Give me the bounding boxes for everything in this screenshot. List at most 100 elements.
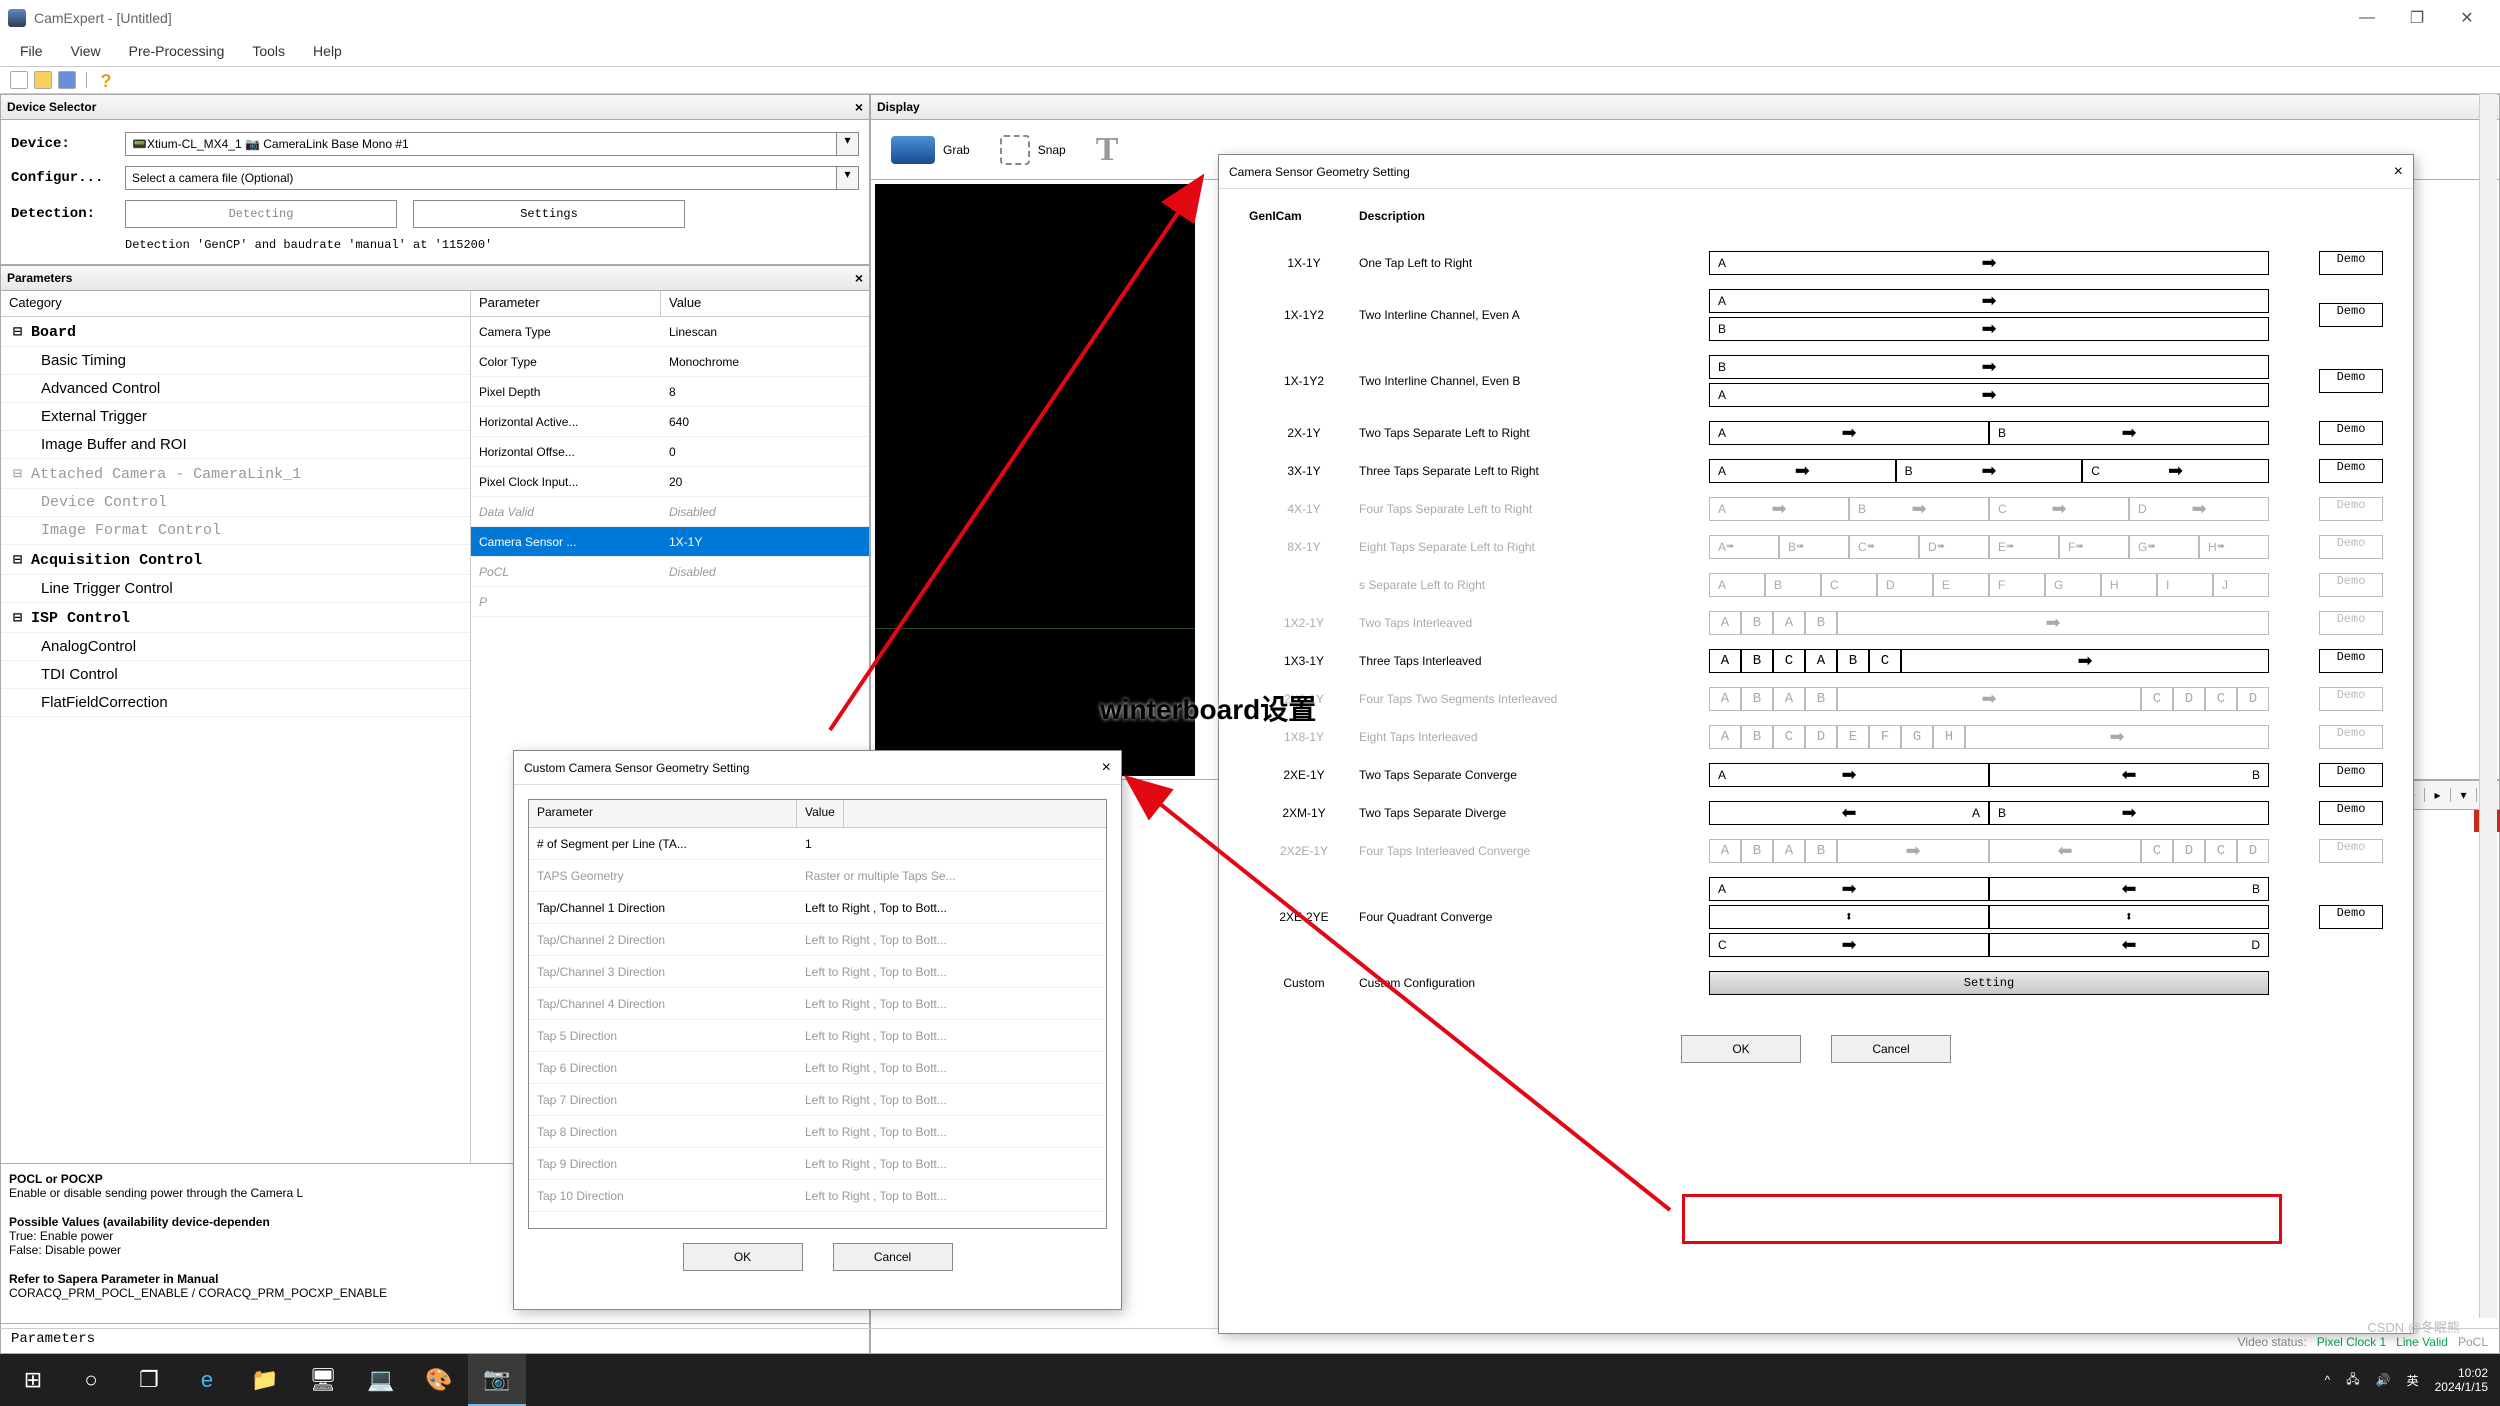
demo-button[interactable]: Demo	[2319, 687, 2383, 711]
demo-button[interactable]: Demo	[2319, 535, 2383, 559]
geometry-row[interactable]: 1X-1Y2Two Interline Channel, Even AA➡B➡D…	[1249, 289, 2383, 341]
close-panel-icon[interactable]: ×	[855, 99, 863, 115]
category-item[interactable]: Board	[1, 317, 470, 347]
demo-button[interactable]: Demo	[2319, 573, 2383, 597]
table-row[interactable]: # of Segment per Line (TA...1	[529, 828, 1106, 860]
geometry-row[interactable]: 3X-1YThree Taps Separate Left to RightA➡…	[1249, 459, 2383, 483]
network-icon[interactable]: 🖧	[2346, 1370, 2359, 1391]
ok-button[interactable]: OK	[683, 1243, 803, 1271]
menu-preprocessing[interactable]: Pre-Processing	[115, 43, 239, 59]
parameter-row[interactable]: PoCLDisabled	[471, 557, 869, 587]
snap-button[interactable]: Snap	[1000, 135, 1066, 165]
demo-button[interactable]: Demo	[2319, 725, 2383, 749]
grab-button[interactable]: Grab	[891, 136, 970, 164]
demo-button[interactable]: Demo	[2319, 763, 2383, 787]
demo-button[interactable]: Demo	[2319, 369, 2383, 393]
app-icon[interactable]: 💻	[352, 1354, 410, 1406]
demo-button[interactable]: Demo	[2319, 421, 2383, 445]
geometry-row[interactable]: s Separate Left to RightABCDEFGHIJDemo	[1249, 573, 2383, 597]
geometry-row[interactable]: 1X8-1YEight Taps InterleavedABCDEFGH➡Dem…	[1249, 725, 2383, 749]
menu-file[interactable]: File	[6, 43, 57, 59]
cancel-button[interactable]: Cancel	[1831, 1035, 1951, 1063]
geometry-row[interactable]: 2X-1YTwo Taps Separate Left to RightA➡B➡…	[1249, 421, 2383, 445]
category-item[interactable]: Acquisition Control	[1, 545, 470, 575]
setting-button[interactable]: Setting	[1709, 971, 2269, 995]
menu-help[interactable]: Help	[299, 43, 356, 59]
category-item[interactable]: Attached Camera - CameraLink_1	[1, 459, 470, 489]
text-icon[interactable]: T	[1096, 131, 1119, 169]
ok-button[interactable]: OK	[1681, 1035, 1801, 1063]
new-icon[interactable]	[10, 71, 28, 89]
category-item[interactable]: Line Trigger Control	[1, 575, 470, 603]
geometry-row[interactable]: 1X-1YOne Tap Left to RightA➡Demo	[1249, 251, 2383, 275]
app-icon[interactable]: 🖥	[294, 1354, 352, 1406]
table-row[interactable]: Tap 7 DirectionLeft to Right , Top to Bo…	[529, 1084, 1106, 1116]
geometry-row[interactable]: 1X3-1YThree Taps InterleavedABCABC➡Demo	[1249, 649, 2383, 673]
demo-button[interactable]: Demo	[2319, 459, 2383, 483]
parameter-row[interactable]: Color TypeMonochrome	[471, 347, 869, 377]
geometry-row[interactable]: 8X-1YEight Taps Separate Left to RightA➠…	[1249, 535, 2383, 559]
table-row[interactable]: Tap 6 DirectionLeft to Right , Top to Bo…	[529, 1052, 1106, 1084]
parameter-row[interactable]: Data ValidDisabled	[471, 497, 869, 527]
ime-indicator[interactable]: 英	[2407, 1372, 2419, 1389]
app-icon[interactable]: 🎨	[410, 1354, 468, 1406]
demo-button[interactable]: Demo	[2319, 649, 2383, 673]
table-row[interactable]: Tap 9 DirectionLeft to Right , Top to Bo…	[529, 1148, 1106, 1180]
table-row[interactable]: Tap 8 DirectionLeft to Right , Top to Bo…	[529, 1116, 1106, 1148]
category-item[interactable]: TDI Control	[1, 661, 470, 689]
category-item[interactable]: FlatFieldCorrection	[1, 689, 470, 717]
demo-button[interactable]: Demo	[2319, 611, 2383, 635]
menu-view[interactable]: View	[57, 43, 115, 59]
demo-button[interactable]: Demo	[2319, 251, 2383, 275]
geometry-row[interactable]: 2XE-2YEFour Quadrant ConvergeA➡⬅B⬍⬍C➡⬅DD…	[1249, 877, 2383, 957]
save-icon[interactable]	[58, 71, 76, 89]
category-item[interactable]: Device Control	[1, 489, 470, 517]
parameter-row[interactable]: P	[471, 587, 869, 617]
camexpert-taskbar-icon[interactable]: 📷	[468, 1354, 526, 1406]
volume-icon[interactable]: 🔊	[2376, 1373, 2391, 1387]
parameter-row[interactable]: Camera TypeLinescan	[471, 317, 869, 347]
chevron-down-icon[interactable]: ▾	[836, 167, 858, 189]
parameter-row[interactable]: Camera Sensor ...1X-1Y	[471, 527, 869, 557]
demo-button[interactable]: Demo	[2319, 905, 2383, 929]
tray-chevron-icon[interactable]: ^	[2325, 1373, 2331, 1387]
close-icon[interactable]: ×	[2394, 163, 2403, 181]
cancel-button[interactable]: Cancel	[833, 1243, 953, 1271]
parameter-row[interactable]: Horizontal Offse...0	[471, 437, 869, 467]
search-icon[interactable]: ○	[62, 1354, 120, 1406]
geometry-row[interactable]: 2X2E-1YFour Taps Interleaved ConvergeABA…	[1249, 839, 2383, 863]
category-item[interactable]: Image Buffer and ROI	[1, 431, 470, 459]
category-item[interactable]: External Trigger	[1, 403, 470, 431]
parameter-row[interactable]: Horizontal Active...640	[471, 407, 869, 437]
table-row[interactable]: Tap/Channel 4 DirectionLeft to Right , T…	[529, 988, 1106, 1020]
table-row[interactable]: Tap/Channel 2 DirectionLeft to Right , T…	[529, 924, 1106, 956]
category-item[interactable]: Image Format Control	[1, 517, 470, 545]
table-row[interactable]: Tap/Channel 3 DirectionLeft to Right , T…	[529, 956, 1106, 988]
open-icon[interactable]	[34, 71, 52, 89]
close-panel-icon[interactable]: ×	[855, 270, 863, 286]
table-row[interactable]: Tap/Channel 1 DirectionLeft to Right , T…	[529, 892, 1106, 924]
category-item[interactable]: Advanced Control	[1, 375, 470, 403]
category-item[interactable]: Basic Timing	[1, 347, 470, 375]
maximize-button[interactable]: ❐	[2392, 0, 2442, 36]
demo-button[interactable]: Demo	[2319, 303, 2383, 327]
demo-button[interactable]: Demo	[2319, 839, 2383, 863]
chevron-down-icon[interactable]: ▾	[2451, 788, 2477, 802]
menu-tools[interactable]: Tools	[238, 43, 299, 59]
geometry-row[interactable]: 1X-1Y2Two Interline Channel, Even BB➡A➡D…	[1249, 355, 2383, 407]
help-icon[interactable]: ?	[97, 71, 115, 89]
geometry-row[interactable]: 1X2-1YTwo Taps InterleavedABAB➡Demo	[1249, 611, 2383, 635]
demo-button[interactable]: Demo	[2319, 497, 2383, 521]
taskview-icon[interactable]: ❐	[120, 1354, 178, 1406]
chevron-down-icon[interactable]: ▾	[836, 133, 858, 155]
explorer-icon[interactable]: 📁	[236, 1354, 294, 1406]
geometry-row[interactable]: 2X2-1YFour Taps Two Segments Interleaved…	[1249, 687, 2383, 711]
geometry-row[interactable]: 4X-1YFour Taps Separate Left to RightA➡B…	[1249, 497, 2383, 521]
geometry-row[interactable]: 2XE-1YTwo Taps Separate ConvergeA➡⬅BDemo	[1249, 763, 2383, 787]
table-row[interactable]: TAPS GeometryRaster or multiple Taps Se.…	[529, 860, 1106, 892]
parameter-row[interactable]: Pixel Clock Input...20	[471, 467, 869, 497]
geometry-row[interactable]: 2XM-1YTwo Taps Separate Diverge⬅AB➡Demo	[1249, 801, 2383, 825]
edge-icon[interactable]: e	[178, 1354, 236, 1406]
demo-button[interactable]: Demo	[2319, 801, 2383, 825]
category-item[interactable]: ISP Control	[1, 603, 470, 633]
